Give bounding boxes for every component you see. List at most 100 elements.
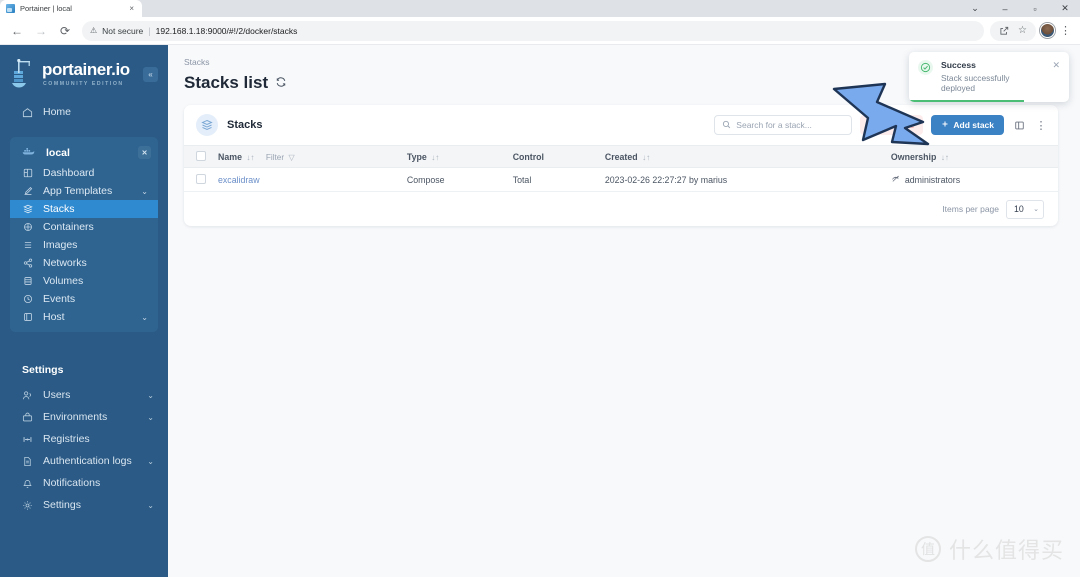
- stack-name-link[interactable]: excalidraw: [218, 175, 260, 185]
- portainer-favicon-icon: [6, 4, 15, 13]
- card-title: Stacks: [227, 119, 263, 131]
- close-icon[interactable]: ✕: [1052, 60, 1060, 93]
- columns-icon[interactable]: [1012, 118, 1026, 132]
- reload-icon[interactable]: ⟳: [54, 20, 76, 42]
- chevron-down-icon[interactable]: ⌄: [147, 413, 154, 422]
- sort-icon[interactable]: ↓↑: [246, 153, 254, 162]
- sidebar-item-dashboard-label: Dashboard: [43, 167, 95, 179]
- home-icon: [22, 107, 33, 118]
- sidebar-item-events-label: Events: [43, 293, 76, 305]
- portainer-logo-icon: [10, 58, 36, 89]
- ownership-wrap: administrators: [891, 174, 1052, 185]
- templates-icon: [22, 186, 33, 196]
- sidebar-item-containers-label: Containers: [43, 221, 94, 233]
- sidebar-logo[interactable]: portainer.io COMMUNITY EDITION «: [0, 53, 168, 91]
- row-checkbox[interactable]: [196, 173, 206, 184]
- sidebar-item-volumes[interactable]: Volumes: [10, 272, 158, 290]
- maximize-icon[interactable]: ▫: [1020, 0, 1050, 17]
- add-stack-button-label: Add stack: [953, 120, 994, 130]
- browser-menu-icon[interactable]: ⋮: [1057, 22, 1074, 39]
- cell-type: Compose: [400, 167, 507, 192]
- toolbar-actions: ☆: [990, 20, 1036, 41]
- sidebar-item-settings[interactable]: Settings ⌄: [0, 494, 168, 516]
- table-row[interactable]: excalidraw Compose Total 2023-02-26 22:2…: [184, 167, 1058, 192]
- column-header-ownership-label: Ownership: [890, 151, 937, 162]
- sidebar-item-networks[interactable]: Networks: [10, 254, 158, 272]
- column-header-type[interactable]: Type ↓↑: [400, 145, 507, 168]
- chevron-down-icon: ⌄: [1033, 206, 1039, 213]
- address-bar-url: 192.168.1.18:9000/#!/2/docker/stacks: [155, 25, 298, 36]
- sidebar-item-images[interactable]: Images: [10, 236, 158, 254]
- window-close-icon[interactable]: ✕: [1050, 0, 1080, 17]
- sidebar-item-registries[interactable]: Registries: [0, 428, 168, 450]
- sidebar-item-users[interactable]: Users ⌄: [0, 384, 168, 406]
- sort-icon[interactable]: ↓↑: [431, 153, 439, 162]
- sidebar-item-authentication-logs[interactable]: Authentication logs ⌄: [0, 450, 168, 472]
- column-header-control[interactable]: Control: [506, 145, 599, 168]
- sidebar-item-notifications-label: Notifications: [43, 477, 101, 489]
- environment-close-icon[interactable]: ✕: [138, 146, 151, 159]
- search-icon: [722, 120, 731, 131]
- column-header-name[interactable]: Name ↓↑ Filter ▽: [212, 145, 401, 168]
- browser-toolbar: ← → ⟳ ⚠ Not secure | 192.168.1.18:9000/#…: [0, 17, 1080, 45]
- items-per-page-value: 10: [1014, 204, 1024, 214]
- table-body: excalidraw Compose Total 2023-02-26 22:2…: [184, 167, 1058, 192]
- kebab-icon[interactable]: ⋮: [1034, 118, 1048, 132]
- chevron-down-icon[interactable]: ⌄: [141, 187, 148, 196]
- not-secure-warning-icon: ⚠: [90, 26, 98, 35]
- chevron-down-icon[interactable]: ⌄: [147, 457, 154, 466]
- browser-tab[interactable]: Portainer | local ×: [0, 0, 142, 17]
- sidebar-item-dashboard[interactable]: Dashboard: [10, 164, 158, 182]
- browser-tab-title: Portainer | local: [20, 4, 72, 13]
- items-per-page-select[interactable]: 10 ⌄: [1006, 199, 1044, 219]
- chevron-down-icon[interactable]: ⌄: [147, 501, 154, 510]
- auth-logs-icon: [22, 456, 33, 467]
- bell-icon: [22, 478, 33, 489]
- watermark-logo-icon: 值: [914, 536, 941, 562]
- chevron-down-icon[interactable]: ⌄: [960, 0, 990, 17]
- images-icon: [22, 240, 33, 250]
- profile-avatar[interactable]: [1040, 23, 1055, 38]
- sidebar-item-containers[interactable]: Containers: [10, 218, 158, 236]
- back-icon[interactable]: ←: [6, 20, 28, 42]
- sidebar-settings-heading: Settings: [22, 364, 64, 376]
- select-all-checkbox[interactable]: [196, 150, 206, 161]
- sidebar-item-app-templates-label: App Templates: [43, 185, 113, 197]
- sidebar-environment-name: local: [46, 146, 70, 159]
- row-select-cell: [184, 167, 212, 192]
- address-bar[interactable]: ⚠ Not secure | 192.168.1.18:9000/#!/2/do…: [82, 20, 984, 41]
- sidebar: portainer.io COMMUNITY EDITION « Home lo…: [0, 45, 168, 577]
- window-controls: ⌄ – ▫ ✕: [960, 0, 1080, 17]
- sort-icon[interactable]: ↓↑: [642, 153, 650, 162]
- sidebar-item-notifications[interactable]: Notifications: [0, 472, 168, 494]
- cell-created: 2023-02-26 22:27:27 by marius: [598, 167, 885, 192]
- minimize-icon[interactable]: –: [990, 0, 1020, 17]
- refresh-icon[interactable]: [275, 76, 287, 91]
- host-icon: [22, 312, 33, 322]
- table-footer: Items per page 10 ⌄: [184, 192, 1058, 226]
- sidebar-collapse-button[interactable]: «: [143, 66, 158, 82]
- sidebar-item-environments[interactable]: Environments ⌄: [0, 406, 168, 428]
- sidebar-environment-header[interactable]: local ✕: [10, 141, 158, 164]
- share-icon[interactable]: [995, 22, 1012, 39]
- bookmark-star-icon[interactable]: ☆: [1014, 22, 1031, 39]
- select-all-header: [184, 145, 212, 168]
- filter-label[interactable]: Filter: [266, 153, 284, 162]
- chevron-down-icon[interactable]: ⌄: [147, 391, 154, 400]
- arrow-annotation: [830, 82, 945, 152]
- watermark-text: 什么值得买: [948, 539, 1064, 564]
- close-icon[interactable]: ×: [127, 4, 136, 13]
- sort-icon[interactable]: ↓↑: [941, 153, 949, 162]
- sidebar-item-host[interactable]: Host ⌄: [10, 308, 158, 326]
- sidebar-item-home[interactable]: Home: [0, 101, 168, 123]
- sidebar-item-stacks[interactable]: Stacks: [10, 200, 158, 218]
- forward-icon[interactable]: →: [30, 20, 52, 42]
- networks-icon: [22, 258, 33, 268]
- watermark: 值 什么值得买: [914, 533, 1064, 565]
- sidebar-item-events[interactable]: Events: [10, 290, 158, 308]
- ownership-icon: [891, 174, 900, 185]
- search-input[interactable]: [736, 120, 845, 130]
- funnel-icon[interactable]: ▽: [289, 153, 295, 162]
- chevron-down-icon[interactable]: ⌄: [141, 313, 148, 322]
- sidebar-item-app-templates[interactable]: App Templates ⌄: [10, 182, 158, 200]
